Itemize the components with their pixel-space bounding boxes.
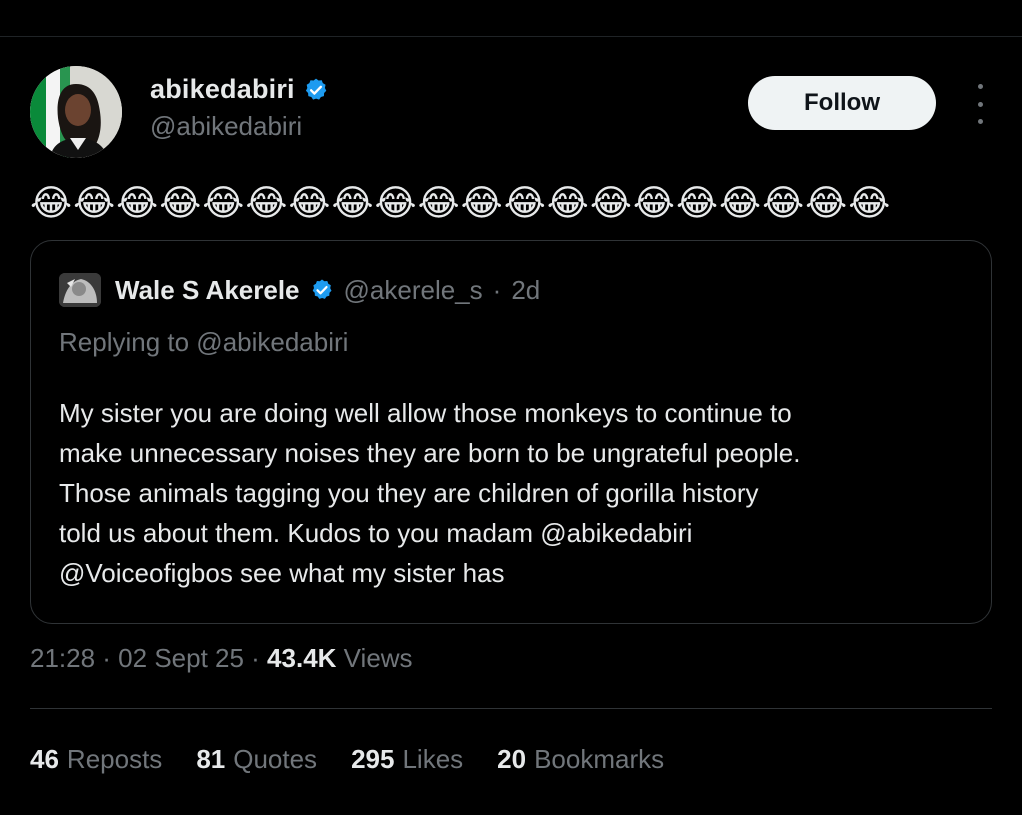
quoted-replying-to[interactable]: Replying to @abikedabiri [59,327,348,358]
author-display-name[interactable]: abikedabiri [150,74,295,105]
quoted-author-avatar [59,273,101,307]
quoted-post-header: Wale S Akerele @akerele_s · 2d [59,273,540,307]
views-label: Views [343,643,413,673]
quoted-post-card[interactable]: Wale S Akerele @akerele_s · 2d Replying … [30,240,992,624]
quotes-stat[interactable]: 81 Quotes [196,744,317,775]
display-name-row: abikedabiri [150,74,329,105]
author-avatar[interactable] [30,66,122,158]
quoted-text-line: My sister you are doing well allow those… [59,398,792,428]
bookmarks-stat[interactable]: 20 Bookmarks [497,744,664,775]
quoted-post-time[interactable]: 2d [511,275,540,306]
post-meta: 21:28 · 02 Sept 25 · 43.4K Views [30,643,413,674]
quoted-text-line: Those animals tagging you they are child… [59,478,759,508]
quoted-text-line: make unnecessary noises they are born to… [59,438,801,468]
quotes-count: 81 [196,744,226,774]
quoted-text-line: told us about them. Kudos to you madam @… [59,518,693,548]
views-count: 43.4K [267,643,337,673]
stats-divider [30,708,992,709]
follow-button[interactable]: Follow [748,76,936,130]
reposts-count: 46 [30,744,59,774]
top-divider [0,36,1022,37]
quotes-label: Quotes [233,744,318,774]
post-body-emoji: 😂😂😂😂😂😂😂😂😂😂😂😂😂😂😂😂😂😂😂😂 [30,182,892,223]
quoted-text-line: @Voiceofigbos see what my sister has [59,558,505,588]
quoted-author-display-name[interactable]: Wale S Akerele [115,275,300,306]
verified-badge-icon [303,77,329,103]
quoted-post-text: My sister you are doing well allow those… [59,393,979,593]
likes-label: Likes [402,744,464,774]
bookmarks-count: 20 [497,744,527,774]
author-handle[interactable]: @abikedabiri [150,111,329,142]
bookmarks-label: Bookmarks [534,744,665,774]
author-names: abikedabiri @abikedabiri [150,74,329,142]
reposts-label: Reposts [66,744,163,774]
quoted-verified-badge-icon [310,278,334,302]
reposts-stat[interactable]: 46 Reposts [30,744,162,775]
likes-stat[interactable]: 295 Likes [351,744,463,775]
post-timestamp[interactable]: 21:28 · 02 Sept 25 · [30,643,267,673]
more-vertical-icon[interactable] [968,84,992,124]
quoted-separator: · [492,274,502,305]
quoted-author-handle[interactable]: @akerele_s [344,275,483,306]
post-header: abikedabiri @abikedabiri Follow [30,66,992,158]
likes-count: 295 [351,744,395,774]
engagement-stats: 46 Reposts 81 Quotes 295 Likes 20 Bookmarks [30,744,664,775]
